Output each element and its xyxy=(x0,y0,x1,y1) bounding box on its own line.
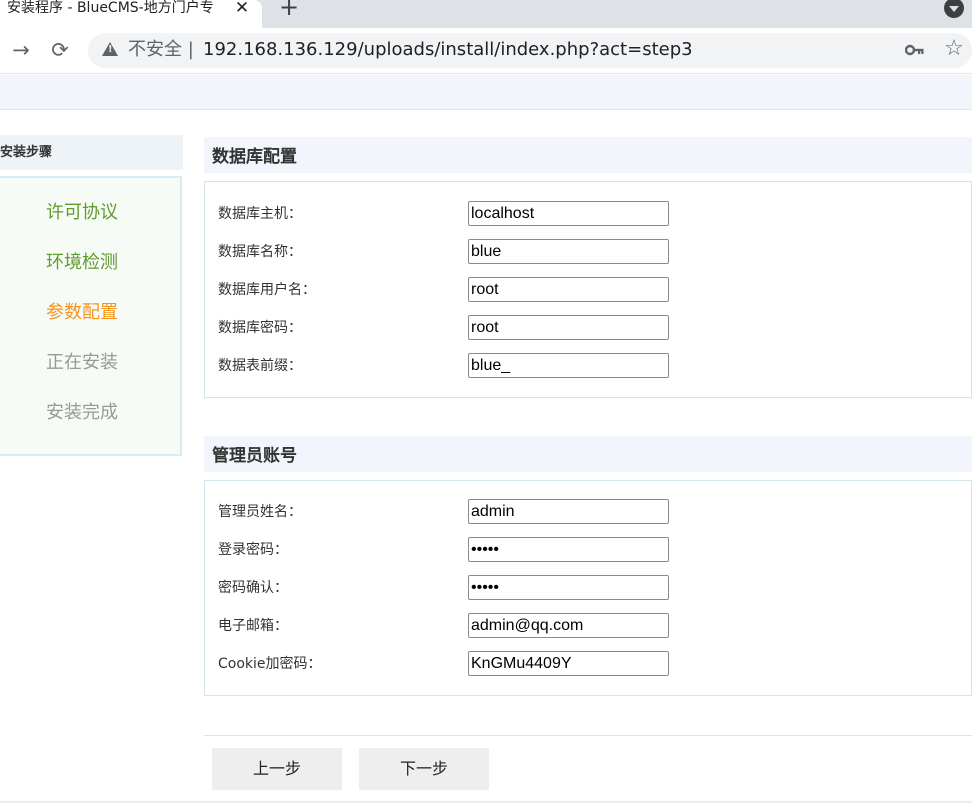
db-password-label: 数据库密码： xyxy=(218,320,302,336)
admin-name-label: 管理员姓名： xyxy=(218,504,302,520)
admin-fields: 管理员姓名： 登录密码： 密码确认： 电子邮箱： Cookie加密码： xyxy=(204,480,972,696)
email-input[interactable] xyxy=(468,613,669,638)
form-row: 数据库用户名： xyxy=(205,277,971,303)
form-row: 数据库名称： xyxy=(205,239,971,265)
db-user-input[interactable] xyxy=(468,277,669,302)
form-row: 数据库密码： xyxy=(205,315,971,341)
db-host-input[interactable] xyxy=(468,201,669,226)
warning-icon[interactable] xyxy=(102,42,118,56)
step-env-check: 环境检测 xyxy=(46,252,118,273)
section-title: 数据库配置 xyxy=(204,137,972,173)
db-name-label: 数据库名称： xyxy=(218,244,302,260)
address-bar[interactable]: 不安全 | 192.168.136.129/uploads/install/in… xyxy=(88,33,972,68)
confirm-password-label: 密码确认： xyxy=(218,580,288,596)
email-label: 电子邮箱： xyxy=(218,618,288,634)
db-password-input[interactable] xyxy=(468,315,669,340)
confirm-password-input[interactable] xyxy=(468,575,669,600)
steps-list: 许可协议 环境检测 参数配置 正在安装 安装完成 xyxy=(0,176,182,456)
table-prefix-input[interactable] xyxy=(468,353,669,378)
db-user-label: 数据库用户名： xyxy=(218,282,316,298)
admin-name-input[interactable] xyxy=(468,499,669,524)
key-icon[interactable] xyxy=(905,42,925,58)
login-password-input[interactable] xyxy=(468,537,669,562)
browser-tab[interactable]: 安装程序 - BlueCMS-地方门户专 ✕ xyxy=(0,0,262,28)
close-icon[interactable]: ✕ xyxy=(232,0,252,18)
steps-title: 安装步骤 xyxy=(0,135,183,170)
reload-icon[interactable]: ⟳ xyxy=(47,37,73,63)
divider xyxy=(204,735,972,736)
db-host-label: 数据库主机： xyxy=(218,206,302,222)
table-prefix-label: 数据表前缀： xyxy=(218,358,302,374)
tab-menu-icon[interactable] xyxy=(944,0,964,18)
insecure-label[interactable]: 不安全 | xyxy=(128,39,194,61)
form-row: 密码确认： xyxy=(205,575,971,601)
form-row: 电子邮箱： xyxy=(205,613,971,639)
step-config: 参数配置 xyxy=(46,302,118,323)
form-row: Cookie加密码： xyxy=(205,651,971,677)
tab-title: 安装程序 - BlueCMS-地方门户专 xyxy=(7,0,214,16)
new-tab-icon[interactable]: + xyxy=(278,0,300,19)
form-row: 数据表前缀： xyxy=(205,353,971,379)
form-row: 管理员姓名： xyxy=(205,499,971,525)
browser-tab-bar: 安装程序 - BlueCMS-地方门户专 ✕ + xyxy=(0,0,972,28)
form-row: 登录密码： xyxy=(205,537,971,563)
form-row: 数据库主机： xyxy=(205,201,971,227)
forward-arrow-icon[interactable]: → xyxy=(8,37,34,63)
db-name-input[interactable] xyxy=(468,239,669,264)
admin-account-section: 管理员账号 管理员姓名： 登录密码： 密码确认： 电子邮箱： Cookie加密码… xyxy=(204,436,972,698)
page-header-bar xyxy=(0,75,972,110)
browser-toolbar: → ⟳ 不安全 | 192.168.136.129/uploads/instal… xyxy=(0,28,972,74)
cookie-key-label: Cookie加密码： xyxy=(218,656,322,672)
step-installing: 正在安装 xyxy=(46,352,118,373)
url-text[interactable]: 192.168.136.129/uploads/install/index.ph… xyxy=(203,39,693,61)
section-title: 管理员账号 xyxy=(204,436,972,472)
next-step-button[interactable]: 下一步 xyxy=(359,748,489,790)
cookie-key-input[interactable] xyxy=(468,651,669,676)
step-license: 许可协议 xyxy=(46,202,118,223)
database-fields: 数据库主机： 数据库名称： 数据库用户名： 数据库密码： 数据表前缀： xyxy=(204,181,972,398)
login-password-label: 登录密码： xyxy=(218,542,288,558)
step-complete: 安装完成 xyxy=(46,402,118,423)
database-config-section: 数据库配置 数据库主机： 数据库名称： 数据库用户名： 数据库密码： 数据表前缀… xyxy=(204,137,972,399)
prev-step-button[interactable]: 上一步 xyxy=(212,748,342,790)
install-steps-panel: 安装步骤 许可协议 环境检测 参数配置 正在安装 安装完成 xyxy=(0,135,183,457)
star-icon[interactable]: ☆ xyxy=(942,37,966,61)
